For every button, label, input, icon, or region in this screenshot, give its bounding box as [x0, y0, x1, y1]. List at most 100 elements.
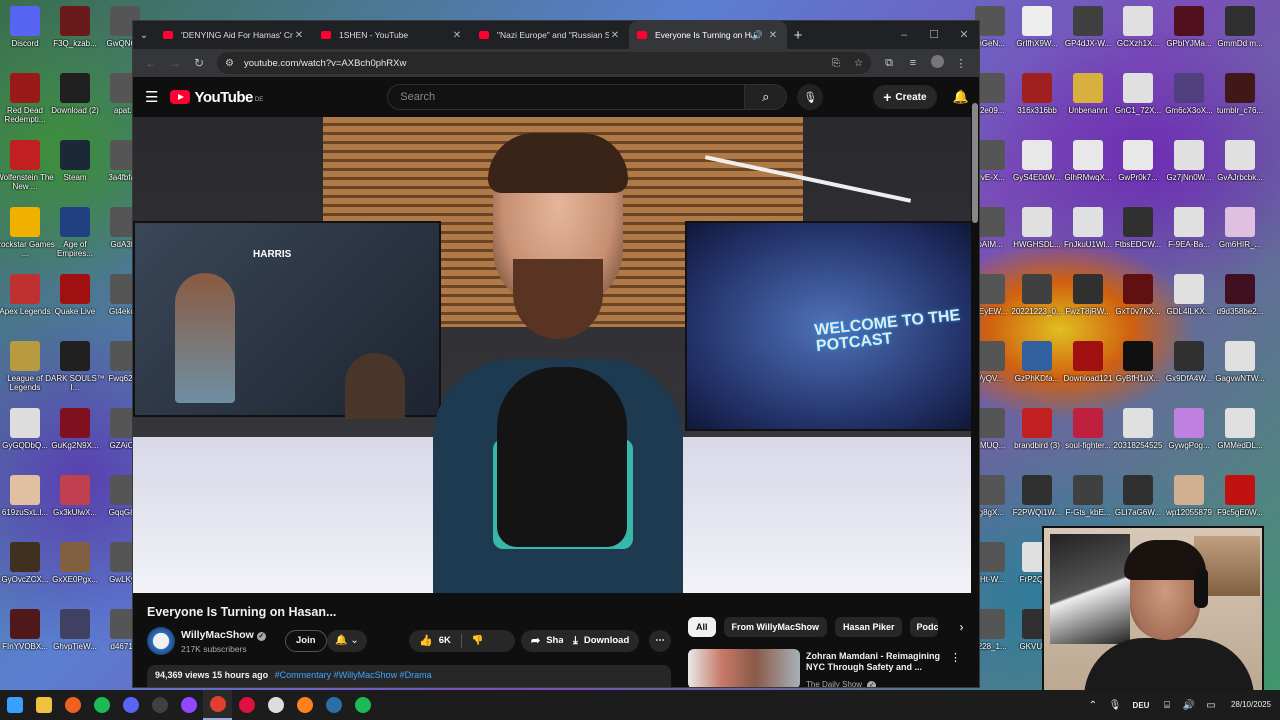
desktop-icon[interactable]: GMMedDL...: [1210, 408, 1270, 450]
hashtags[interactable]: #Commentary #WillyMacShow #Drama: [275, 670, 432, 680]
url-field[interactable]: ⚙ youtube.com/watch?v=AXBch0phRXw ⎘ ☆: [217, 52, 871, 74]
media-control-icon[interactable]: ≡: [901, 57, 925, 69]
network-icon[interactable]: ⌸: [1156, 700, 1178, 711]
microphone-tray-icon[interactable]: 🎙: [1104, 700, 1126, 711]
firefox-taskbar-icon[interactable]: [290, 690, 319, 720]
tab-search-button[interactable]: ⌄: [133, 24, 155, 46]
desktop-icon-thumbnail: [1073, 73, 1103, 103]
description-box[interactable]: 94,369 views 15 hours ago #Commentary #W…: [147, 665, 671, 687]
extensions-icon[interactable]: ⧉: [877, 57, 901, 70]
desktop-icon[interactable]: GmmDd m...: [1210, 6, 1270, 48]
desktop-icon[interactable]: GvAJrbcbk...: [1210, 140, 1270, 182]
tab-title: 'DENYING Aid For Hamas' Crim: [181, 30, 293, 40]
desktop-icon-thumbnail: [10, 6, 40, 36]
download-icon: ⤓: [573, 635, 578, 647]
close-tab-icon[interactable]: ✕: [451, 30, 463, 41]
menu-dots-icon[interactable]: ⋮: [949, 57, 973, 70]
subscription-bell-dropdown[interactable]: 🔔 ⌄: [327, 630, 367, 652]
chrome-taskbar-icon[interactable]: [203, 690, 232, 720]
voice-search-button[interactable]: 🎙: [797, 84, 824, 110]
recommended-channel[interactable]: The Daily Show ✓: [806, 680, 877, 687]
volume-icon[interactable]: 🔊: [1178, 700, 1200, 711]
bookmark-star-icon[interactable]: ☆: [854, 58, 863, 69]
spotify-taskbar-icon[interactable]: [87, 690, 116, 720]
desktop-icon-thumbnail: [10, 542, 40, 572]
desktop-icon[interactable]: tumblr_c76...: [1210, 73, 1270, 115]
recommended-menu-icon[interactable]: ⋮: [950, 651, 961, 664]
search-input[interactable]: Search: [387, 84, 746, 110]
minimize-icon[interactable]: –: [889, 21, 919, 49]
back-icon[interactable]: ←: [139, 56, 163, 70]
language-indicator[interactable]: DEU: [1126, 701, 1156, 710]
brave-taskbar-icon[interactable]: [58, 690, 87, 720]
opera-gx-taskbar-icon[interactable]: [232, 690, 261, 720]
tab-1[interactable]: 1SHEN - YouTube ✕: [313, 21, 471, 49]
tab-2[interactable]: "Nazi Europe" and "Russian Su ✕: [471, 21, 629, 49]
desktop-icon[interactable]: F9c5gE0W...: [1210, 475, 1270, 517]
recommended-title[interactable]: Zohran Mamdani - Reimagining NYC Through…: [806, 651, 946, 673]
hamburger-menu-icon[interactable]: ☰: [145, 88, 158, 106]
install-app-icon[interactable]: ⎘: [832, 58, 840, 69]
chip-all[interactable]: All: [688, 617, 716, 637]
clock[interactable]: 28/10/2025: [1222, 700, 1280, 710]
maximize-icon[interactable]: ☐: [919, 21, 949, 49]
reload-icon[interactable]: ↻: [187, 56, 211, 70]
forward-icon[interactable]: →: [163, 56, 187, 70]
close-window-icon[interactable]: ✕: [949, 21, 979, 49]
desktop-icon-label: GmmDd m...: [1217, 39, 1263, 48]
join-button[interactable]: Join: [285, 630, 327, 652]
tab-title: "Nazi Europe" and "Russian Su: [497, 30, 609, 40]
battery-icon[interactable]: ▭: [1200, 700, 1222, 711]
chevron-right-icon[interactable]: ›: [950, 620, 972, 634]
create-button[interactable]: + Create: [873, 85, 937, 109]
chip-from-channel[interactable]: From WillyMacShow: [723, 617, 827, 637]
obs-taskbar-icon[interactable]: [145, 690, 174, 720]
channel-avatar[interactable]: [147, 627, 175, 655]
tray-overflow-chevron-icon[interactable]: ⌃: [1082, 700, 1104, 711]
desktop-icon-thumbnail: [60, 475, 90, 505]
tab-3-active[interactable]: Everyone Is Turning on Has 🔊 ✕: [629, 21, 787, 49]
desktop-icon-label: GvAJrbcbk...: [1217, 173, 1263, 182]
discord-taskbar-icon[interactable]: [116, 690, 145, 720]
scrollbar-thumb[interactable]: [972, 103, 978, 223]
channel-name[interactable]: WillyMacShow ✓: [181, 629, 266, 641]
search-button[interactable]: ⌕: [745, 84, 788, 110]
desktop-icon-thumbnail: [1073, 408, 1103, 438]
dislike-button[interactable]: 👎: [462, 630, 494, 652]
desktop-icon-thumbnail: [1022, 408, 1052, 438]
file-explorer-taskbar-icon[interactable]: [29, 690, 58, 720]
unity-taskbar-icon[interactable]: [261, 690, 290, 720]
spotify-2-taskbar-icon[interactable]: [348, 690, 377, 720]
site-info-icon[interactable]: ⚙: [225, 58, 234, 69]
twitch-taskbar-icon[interactable]: [174, 690, 203, 720]
tab-0[interactable]: 'DENYING Aid For Hamas' Crim ✕: [155, 21, 313, 49]
like-button[interactable]: 👍 6K: [409, 630, 461, 652]
page-scrollbar[interactable]: [971, 97, 979, 687]
download-button[interactable]: ⤓ Download: [563, 630, 640, 652]
close-tab-icon[interactable]: ✕: [609, 30, 621, 41]
windows-start-taskbar-icon[interactable]: [0, 690, 29, 720]
notifications-bell-icon[interactable]: 🔔: [953, 89, 969, 105]
steam-taskbar-icon[interactable]: [319, 690, 348, 720]
recommended-thumbnail[interactable]: [688, 649, 800, 687]
new-tab-button[interactable]: +: [787, 27, 809, 44]
chip-podcasts[interactable]: Podcasts: [910, 617, 939, 637]
chip-hasan-piker[interactable]: Hasan Piker: [834, 617, 903, 637]
close-tab-icon[interactable]: ✕: [767, 30, 779, 41]
desktop-icon[interactable]: Gm6HIR_...: [1210, 207, 1270, 249]
close-tab-icon[interactable]: ✕: [293, 30, 305, 41]
desktop-icon-label: GMMedDL...: [1217, 441, 1263, 450]
share-arrow-icon: ➦: [531, 635, 541, 647]
more-actions-button[interactable]: ⋯: [649, 630, 671, 652]
youtube-logo[interactable]: YouTube DE: [170, 89, 263, 106]
speaker-icon[interactable]: 🔊: [752, 30, 763, 41]
desktop-icon-label: Gm6HIR_...: [1218, 240, 1262, 249]
video-player[interactable]: HARRIS WELCOME TO THE POTCAST: [133, 117, 973, 593]
desktop-icon[interactable]: d9d358be2...: [1210, 274, 1270, 316]
profile-icon[interactable]: [925, 55, 949, 71]
desktop-icon[interactable]: GagvwNTW...: [1210, 341, 1270, 383]
address-bar: ← → ↻ ⚙ youtube.com/watch?v=AXBch0phRXw …: [133, 49, 979, 77]
create-label: Create: [895, 91, 927, 103]
taskbar-apps: [0, 690, 377, 720]
recommended-video[interactable]: Zohran Mamdani - Reimagining NYC Through…: [688, 649, 968, 687]
